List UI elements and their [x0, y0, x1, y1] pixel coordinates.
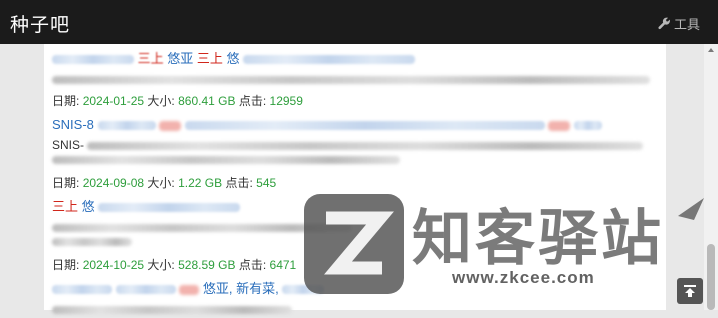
blurred-text [184, 121, 545, 131]
description-text: SNIS- [52, 138, 85, 152]
size-label: 大小: [147, 94, 175, 108]
blurred-text [52, 55, 134, 65]
size-label: 大小: [147, 258, 175, 272]
result-meta: 日期: 2024-01-25 大小: 860.41 GB 点击: 12959 [52, 92, 662, 110]
size-value: 1.22 GB [178, 176, 223, 190]
clicks-label: 点击: [225, 176, 253, 190]
result-item: 三上 悠 日期: 2024-10-25 大小: 528.59 GB 点击: 64… [52, 198, 662, 274]
date-value: 2024-10-25 [82, 258, 145, 272]
title-highlight: 三上 [137, 51, 164, 66]
title-text: SNIS-8 [52, 117, 94, 132]
clicks-value: 545 [256, 176, 277, 190]
clicks-label: 点击: [238, 94, 267, 108]
tools-menu[interactable]: 工具 [658, 14, 700, 33]
title-text: 悠 [226, 51, 240, 66]
result-description [52, 302, 662, 318]
date-label: 日期: [52, 176, 80, 190]
result-title-link[interactable]: 悠亚, 新有菜, [52, 280, 662, 298]
size-value: 860.41 GB [178, 94, 236, 108]
blurred-text [87, 141, 644, 150]
blurred-text [115, 285, 176, 295]
result-item: 三上 悠亚 三上 悠 日期: 2024-01-25 大小: 860.41 GB … [52, 50, 662, 110]
blurred-text [97, 121, 156, 131]
scroll-up-arrow-icon[interactable] [708, 48, 714, 52]
blurred-text [548, 120, 571, 131]
blurred-text [243, 55, 416, 65]
result-description [52, 220, 662, 252]
title-text: 悠亚, 新有菜, [202, 281, 279, 296]
search-results-panel: 三上 悠亚 三上 悠 日期: 2024-01-25 大小: 860.41 GB … [44, 44, 666, 314]
size-label: 大小: [147, 176, 175, 190]
blurred-text [159, 120, 182, 131]
title-text: 悠亚 [167, 51, 194, 66]
result-meta: 日期: 2024-09-08 大小: 1.22 GB 点击: 545 [52, 174, 662, 192]
blurred-text [98, 203, 241, 213]
result-item: SNIS-8 SNIS- 日期: 2024-09-08 大小: 1.22 GB … [52, 116, 662, 192]
result-description [52, 72, 662, 88]
date-label: 日期: [52, 258, 80, 272]
date-value: 2024-09-08 [82, 176, 145, 190]
wrench-icon [658, 17, 670, 30]
clicks-value: 12959 [269, 94, 303, 108]
watermark-arrow-icon [678, 198, 704, 220]
title-highlight: 三上 [52, 199, 79, 214]
blurred-text [52, 285, 112, 295]
back-to-top-button[interactable] [677, 278, 703, 304]
page-scrollbar[interactable] [704, 44, 718, 310]
result-title-link[interactable]: 三上 悠亚 三上 悠 [52, 50, 662, 68]
blurred-text [282, 285, 325, 295]
result-item: 悠亚, 新有菜, [52, 280, 662, 318]
blurred-text [52, 223, 352, 232]
result-title-link[interactable]: 三上 悠 [52, 198, 662, 216]
result-description: SNIS- [52, 138, 662, 170]
arrow-up-to-top-icon [684, 285, 696, 297]
result-title-link[interactable]: SNIS-8 [52, 116, 662, 134]
date-value: 2024-01-25 [82, 94, 145, 108]
blurred-text [52, 237, 132, 246]
site-brand[interactable]: 种子吧 [10, 10, 70, 37]
blurred-text [574, 121, 603, 131]
result-meta: 日期: 2024-10-25 大小: 528.59 GB 点击: 6471 [52, 256, 662, 274]
title-highlight: 三上 [196, 51, 223, 66]
size-value: 528.59 GB [178, 258, 236, 272]
clicks-label: 点击: [238, 258, 267, 272]
clicks-value: 6471 [269, 258, 297, 272]
date-label: 日期: [52, 94, 80, 108]
top-navbar: 种子吧 工具 [0, 0, 718, 44]
tools-label: 工具 [673, 17, 700, 32]
blurred-text [52, 155, 400, 164]
blurred-text [52, 75, 650, 84]
title-text: 悠 [81, 199, 95, 214]
scrollbar-thumb[interactable] [707, 244, 715, 310]
blurred-text [179, 284, 200, 295]
